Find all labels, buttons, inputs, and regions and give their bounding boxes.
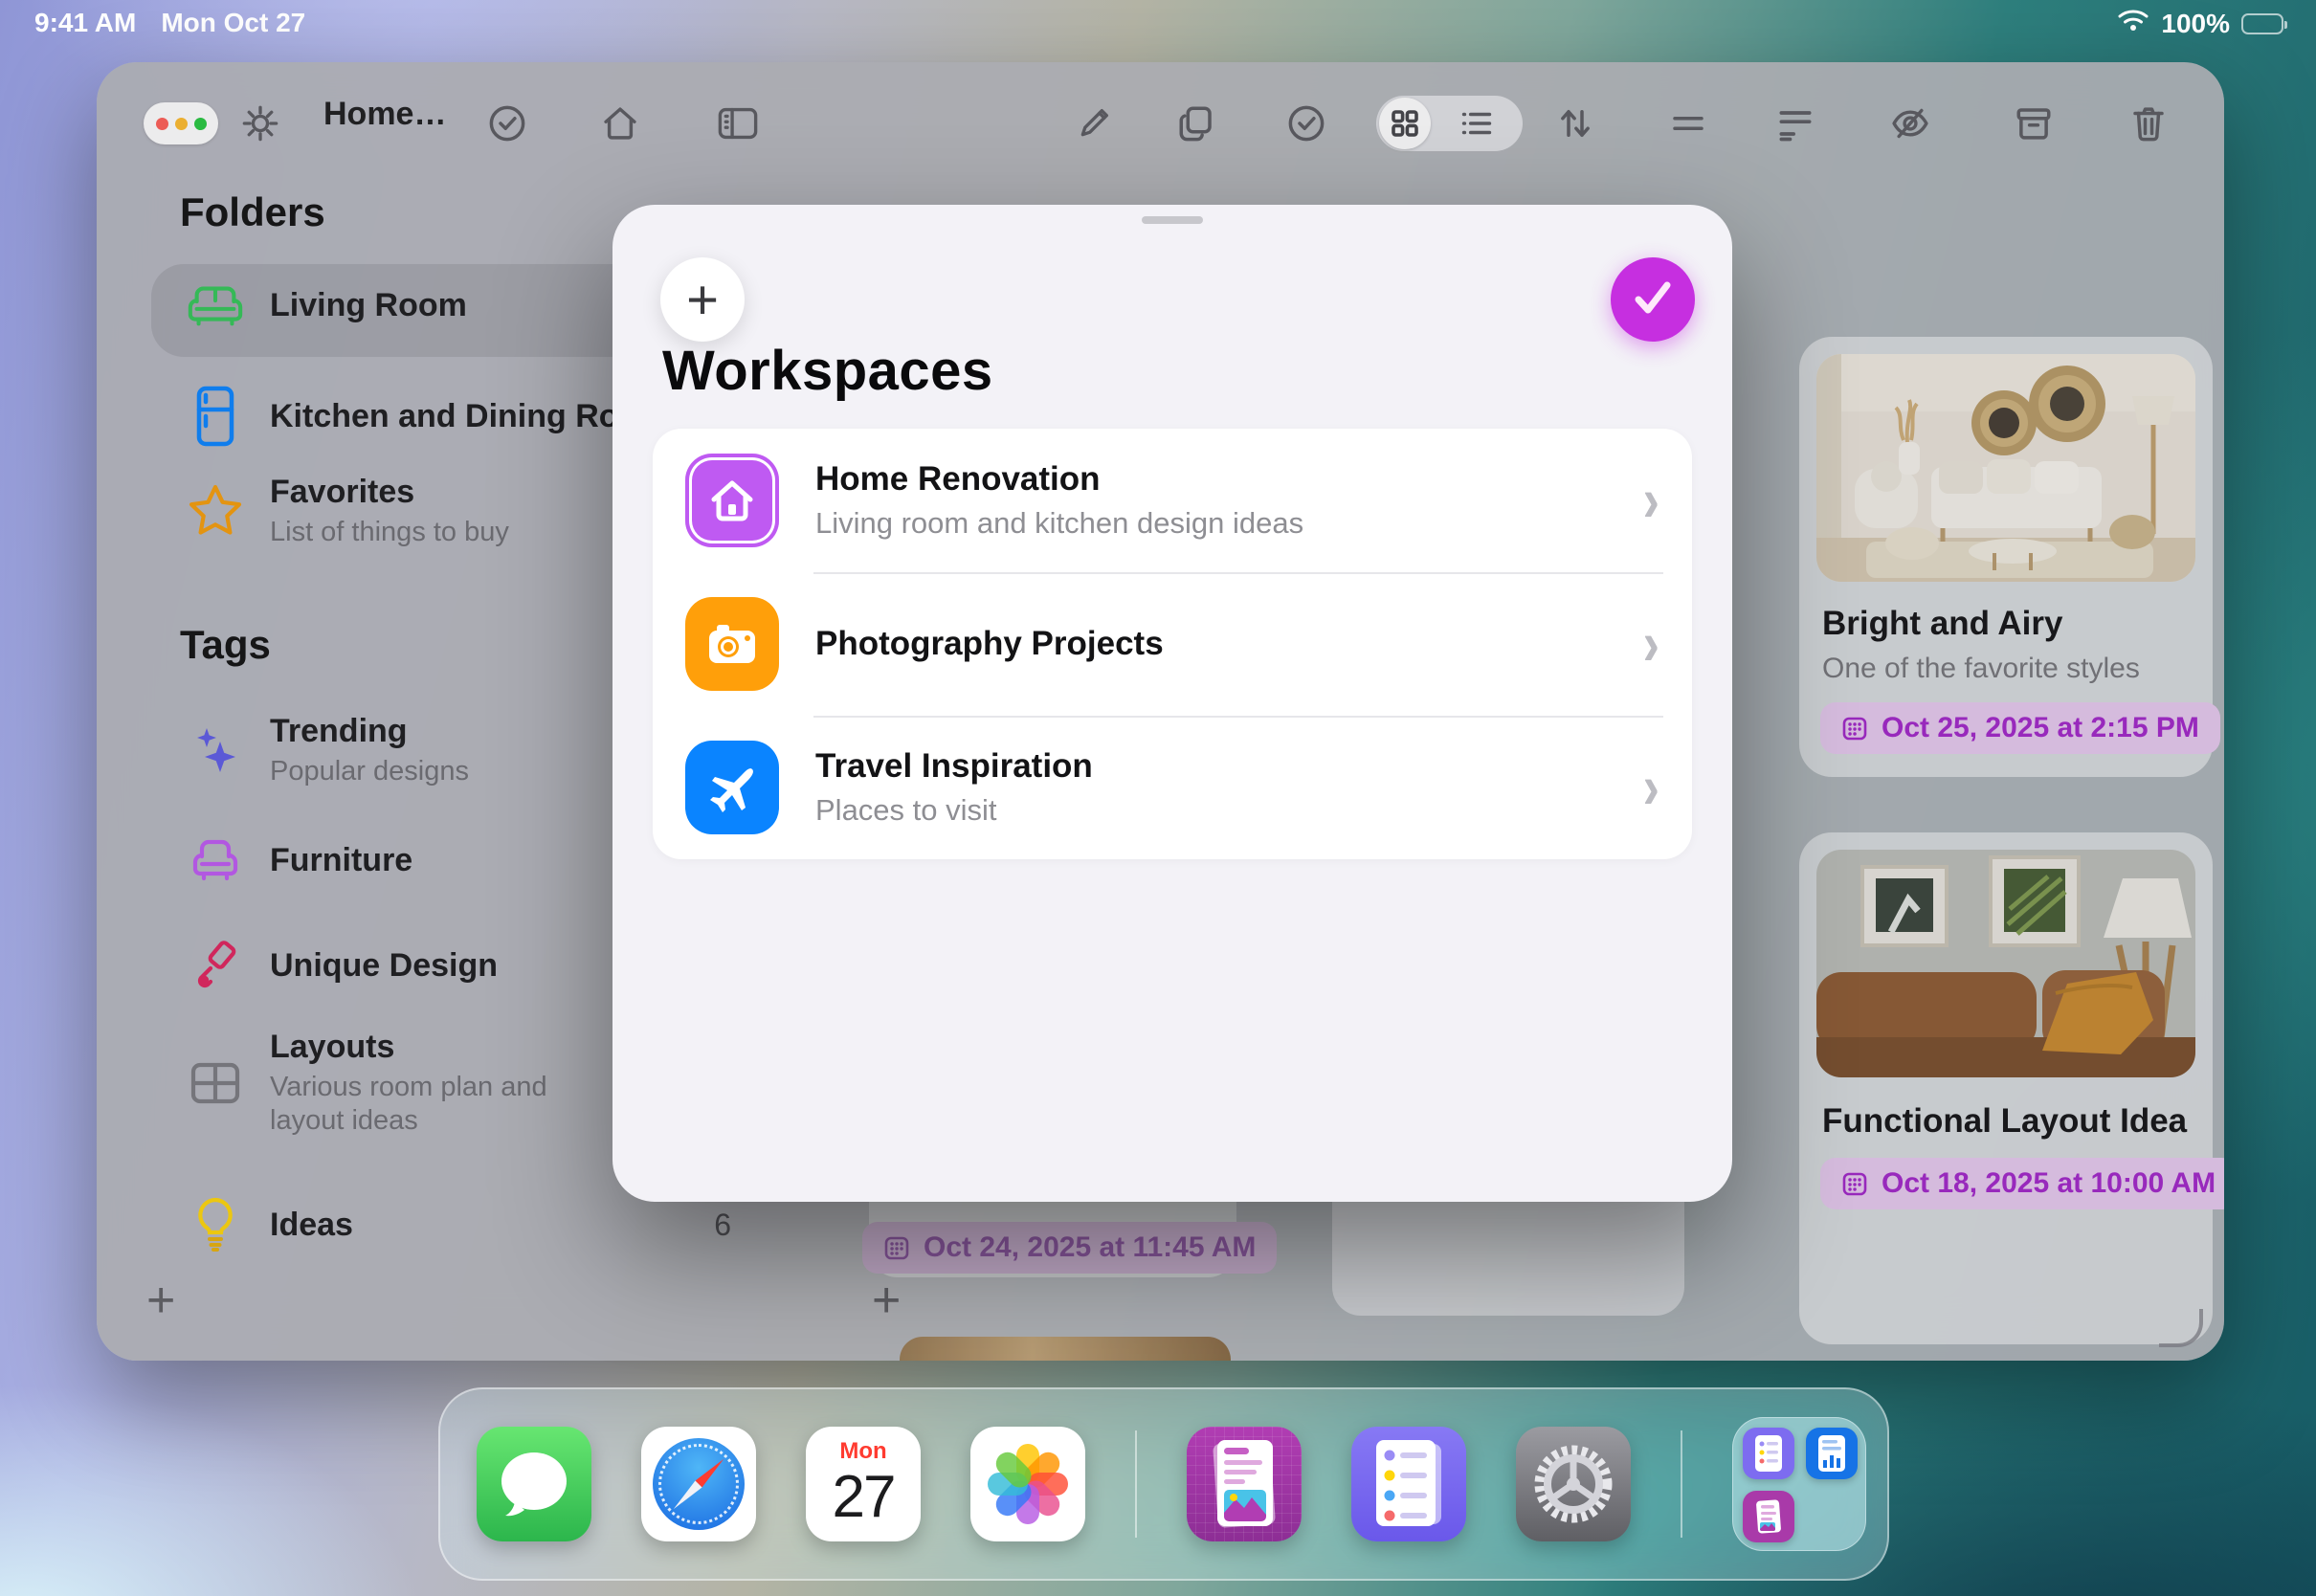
dock-app-folder[interactable] [1732,1417,1866,1551]
mini-notes-app-icon [1743,1491,1794,1542]
workspaces-sheet: + Workspaces Home Renovation Living room… [612,205,1732,1202]
status-date: Mon Oct 27 [161,8,305,38]
plus-icon: + [686,268,719,332]
workspace-title: Travel Inspiration [815,747,1643,786]
calendar-day: 27 [833,1463,895,1531]
workspace-row-travel[interactable]: Travel Inspiration Places to visit › [653,716,1692,859]
dock-divider [1681,1430,1682,1538]
dock-divider [1135,1430,1137,1538]
battery-icon [2241,13,2283,34]
workspace-row-home-renovation[interactable]: Home Renovation Living room and kitchen … [653,429,1692,572]
workspace-row-photography[interactable]: Photography Projects › [653,572,1692,716]
sheet-title: Workspaces [662,339,993,403]
confirm-button[interactable] [1611,257,1695,342]
dock-safari-icon[interactable] [641,1427,756,1541]
checkmark-icon [1631,278,1675,321]
dock-calendar-icon[interactable]: Mon 27 [806,1427,921,1541]
camera-workspace-icon [685,597,779,691]
dock-settings-icon[interactable] [1516,1427,1631,1541]
status-bar: 9:41 AM Mon Oct 27 100% [0,0,2316,42]
mini-chart-doc-app-icon [1806,1428,1858,1479]
workspace-subtitle: Living room and kitchen design ideas [815,506,1643,541]
chevron-right-icon: › [1643,609,1659,680]
battery-percent: 100% [2161,9,2230,39]
dock-messages-icon[interactable] [477,1427,591,1541]
dock: Mon 27 [438,1387,1889,1581]
add-workspace-button[interactable]: + [660,257,745,342]
workspace-title: Photography Projects [815,625,1643,663]
workspace-subtitle: Places to visit [815,793,1643,828]
workspace-list: Home Renovation Living room and kitchen … [653,429,1692,859]
mini-checklist-app-icon [1743,1428,1794,1479]
chevron-right-icon: › [1643,465,1659,537]
home-workspace-icon [685,454,779,547]
dock-photos-icon[interactable] [970,1427,1085,1541]
dock-checklist-app-icon[interactable] [1351,1427,1466,1541]
chevron-right-icon: › [1643,752,1659,824]
wifi-icon [2117,8,2149,39]
dock-notes-app-icon[interactable] [1187,1427,1302,1541]
sheet-grabber[interactable] [1142,216,1203,224]
clock: 9:41 AM [34,8,136,38]
airplane-workspace-icon [685,741,779,834]
calendar-weekday: Mon [839,1438,886,1465]
workspace-title: Home Renovation [815,460,1643,499]
